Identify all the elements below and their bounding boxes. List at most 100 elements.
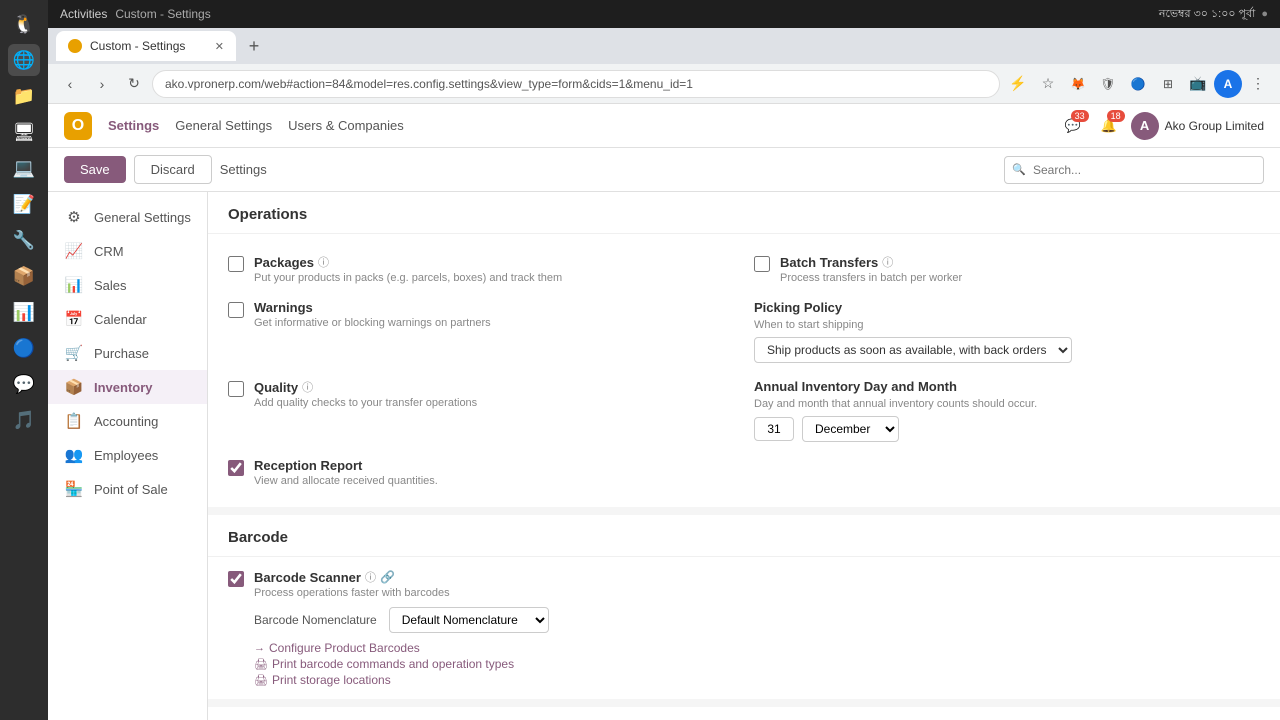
sidebar-label-sales: Sales	[94, 278, 127, 293]
sidebar-item-accounting[interactable]: 📋 Accounting	[48, 404, 207, 438]
barcode-scanner-help-icon[interactable]: ⓘ	[365, 569, 376, 585]
annual-inventory-controls: December JanuaryFebruaryMarch AprilMayJu…	[754, 416, 1260, 442]
os-activities-label[interactable]: Activities	[60, 7, 107, 21]
nav-users-companies[interactable]: Users & Companies	[288, 114, 404, 137]
chrome-tab-close-btn[interactable]: ✕	[215, 40, 224, 53]
sidebar-item-crm[interactable]: 📈 CRM	[48, 234, 207, 268]
forward-button[interactable]: ›	[88, 70, 116, 98]
annual-inventory-label: Annual Inventory Day and Month	[754, 379, 1260, 394]
sidebar-item-employees[interactable]: 👥 Employees	[48, 438, 207, 472]
sidebar-item-calendar[interactable]: 📅 Calendar	[48, 302, 207, 336]
reception-report-row: Reception Report View and allocate recei…	[228, 450, 1260, 495]
quality-checkbox[interactable]	[228, 381, 244, 397]
back-button[interactable]: ‹	[56, 70, 84, 98]
discard-button[interactable]: Discard	[134, 155, 212, 184]
sidebar-item-inventory[interactable]: 📦 Inventory	[48, 370, 207, 404]
extension3-btn[interactable]: 🔵	[1124, 70, 1152, 98]
os-vscode-icon[interactable]: 💻	[8, 152, 40, 184]
nav-settings[interactable]: Settings	[108, 114, 159, 137]
barcode-scanner-checkbox[interactable]	[228, 571, 244, 587]
chrome-menu-btn[interactable]: ⋮	[1244, 70, 1272, 98]
chrome-user-avatar[interactable]: A	[1214, 70, 1242, 98]
chrome-tab[interactable]: Custom - Settings ✕	[56, 31, 236, 61]
cast-btn[interactable]: 📺	[1184, 70, 1212, 98]
extension4-btn[interactable]: ⊞	[1154, 70, 1182, 98]
sales-icon: 📊	[64, 276, 84, 294]
address-text: ako.vpronerp.com/web#action=84&model=res…	[165, 77, 693, 91]
os-terminal-icon[interactable]: 🖥	[8, 116, 40, 148]
picking-policy-col: Picking Policy When to start shipping Sh…	[754, 300, 1260, 363]
print-barcode-commands-link[interactable]: 🖨 Print barcode commands and operation t…	[254, 657, 1260, 671]
extension1-btn[interactable]: 🦊	[1064, 70, 1092, 98]
batch-transfers-help-icon[interactable]: ⓘ	[882, 254, 893, 270]
annual-month-select[interactable]: December JanuaryFebruaryMarch AprilMayJu…	[802, 416, 899, 442]
shipping-header: Shipping	[208, 707, 1280, 720]
os-libreoffice-icon[interactable]: 📊	[8, 296, 40, 328]
packages-help: Put your products in packs (e.g. parcels…	[254, 272, 734, 284]
quality-help-icon[interactable]: ⓘ	[302, 379, 313, 395]
chrome-titlebar: Custom - Settings ✕ +	[48, 28, 1280, 64]
quality-col: Quality ⓘ Add quality checks to your tra…	[228, 379, 754, 442]
warnings-col: Warnings Get informative or blocking war…	[228, 300, 754, 363]
sidebar-label-crm: CRM	[94, 244, 124, 259]
operations-section: Operations Packages ⓘ	[208, 192, 1280, 507]
sidebar-label-calendar: Calendar	[94, 312, 147, 327]
reception-report-checkbox[interactable]	[228, 460, 244, 476]
sidebar-item-point-of-sale[interactable]: 🏪 Point of Sale	[48, 472, 207, 506]
app-logo: O	[64, 112, 92, 140]
os-time: নভেম্বর ৩০ ১:০০ পূর্বা	[1159, 5, 1255, 24]
barcode-scanner-external-icon[interactable]: 🔗	[380, 570, 395, 584]
packages-help-icon[interactable]: ⓘ	[318, 254, 329, 270]
print-storage-locations-link[interactable]: 🖨 Print storage locations	[254, 673, 1260, 687]
sidebar-item-purchase[interactable]: 🛒 Purchase	[48, 336, 207, 370]
os-chat-icon[interactable]: 💬	[8, 368, 40, 400]
nav-general-settings[interactable]: General Settings	[175, 114, 272, 137]
sidebar-item-general-settings[interactable]: ⚙ General Settings	[48, 200, 207, 234]
purchase-icon: 🛒	[64, 344, 84, 362]
configure-product-barcodes-link[interactable]: → Configure Product Barcodes	[254, 641, 1260, 655]
annual-inventory-sub: Day and month that annual inventory coun…	[754, 398, 1260, 410]
messages-count: 33	[1071, 110, 1089, 122]
os-packages-icon[interactable]: 📦	[8, 260, 40, 292]
barcode-scanner-label: Barcode Scanner	[254, 570, 361, 585]
quality-label: Quality	[254, 380, 298, 395]
os-blue-icon[interactable]: 🔵	[8, 332, 40, 364]
batch-transfers-help: Process transfers in batch per worker	[780, 272, 1260, 284]
os-settings-icon[interactable]: 🔧	[8, 224, 40, 256]
os-files-icon[interactable]: 📁	[8, 80, 40, 112]
sidebar-label-inventory: Inventory	[94, 380, 153, 395]
batch-transfers-checkbox[interactable]	[754, 256, 770, 272]
print-barcode-text: Print barcode commands and operation typ…	[272, 657, 514, 671]
bookmark-btn[interactable]: ☆	[1034, 70, 1062, 98]
extension2-btn[interactable]: 🛡	[1094, 70, 1122, 98]
save-button[interactable]: Save	[64, 156, 126, 183]
nomenclature-select[interactable]: Default Nomenclature Custom Nomenclature	[389, 607, 549, 633]
messages-badge[interactable]: 💬 33	[1059, 112, 1087, 140]
annual-day-input[interactable]	[754, 417, 794, 441]
sidebar-item-sales[interactable]: 📊 Sales	[48, 268, 207, 302]
chrome-new-tab-btn[interactable]: +	[240, 32, 268, 60]
search-input[interactable]	[1004, 156, 1264, 184]
shipping-section: Shipping Email Confirmation 🔗	[208, 707, 1280, 720]
chrome-tab-label: Custom - Settings	[90, 39, 185, 53]
picking-policy-select[interactable]: Ship products as soon as available, with…	[754, 337, 1072, 363]
user-menu[interactable]: A Ako Group Limited	[1131, 112, 1264, 140]
warnings-checkbox[interactable]	[228, 302, 244, 318]
configure-barcodes-text: Configure Product Barcodes	[269, 641, 420, 655]
main-layout: ⚙ General Settings 📈 CRM 📊 Sales 📅 Calen…	[48, 192, 1280, 720]
packages-checkbox[interactable]	[228, 256, 244, 272]
os-notes-icon[interactable]: 📝	[8, 188, 40, 220]
os-activities-icon[interactable]: 🐧	[8, 8, 40, 40]
notifications-badge[interactable]: 🔔 18	[1095, 112, 1123, 140]
packages-row: Packages ⓘ Put your products in packs (e…	[228, 246, 1260, 292]
extensions-btn[interactable]: ⚡	[1004, 70, 1032, 98]
picking-policy-label: Picking Policy	[754, 300, 1260, 315]
address-bar[interactable]: ako.vpronerp.com/web#action=84&model=res…	[152, 70, 1000, 98]
os-browser-icon[interactable]: 🌐	[8, 44, 40, 76]
sidebar-label-employees: Employees	[94, 448, 158, 463]
barcode-scanner-text: Barcode Scanner ⓘ 🔗 Process operations f…	[254, 569, 1260, 599]
chrome-window: Custom - Settings ✕ + ‹ › ↻ ako.vpronerp…	[48, 28, 1280, 720]
os-music-icon[interactable]: 🎵	[8, 404, 40, 436]
reload-button[interactable]: ↻	[120, 70, 148, 98]
barcode-section: Barcode Barcode Scanner ⓘ 🔗 Process oper…	[208, 515, 1280, 699]
